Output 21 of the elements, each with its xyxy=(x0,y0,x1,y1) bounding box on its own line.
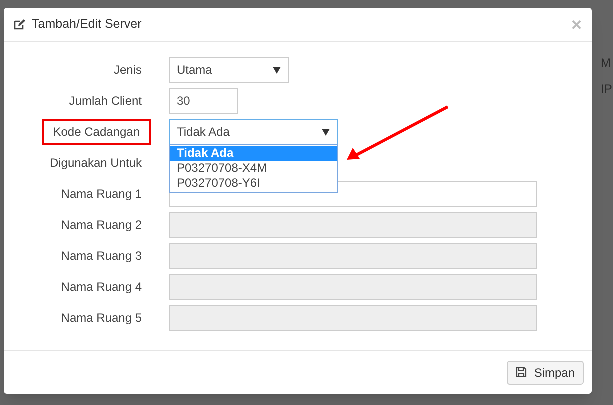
text-field[interactable]: 30 xyxy=(169,88,238,114)
field-label: Jenis xyxy=(114,62,142,79)
dropdown-option[interactable]: P03270708-Y6I xyxy=(170,176,337,191)
field-label: Nama Ruang 5 xyxy=(61,310,142,327)
backdrop-text: M xyxy=(601,55,611,72)
field-label: Nama Ruang 1 xyxy=(61,186,142,203)
dialog-title: Tambah/Edit Server xyxy=(32,16,142,34)
field-label: Nama Ruang 2 xyxy=(61,217,142,234)
backdrop-text: IP xyxy=(601,81,612,98)
field-label: Jumlah Client xyxy=(69,93,142,110)
dropdown-option[interactable]: P03270708-X4M xyxy=(170,161,337,176)
field-label: Nama Ruang 3 xyxy=(61,248,142,265)
caret-icon xyxy=(273,66,281,74)
caret-icon xyxy=(322,128,330,136)
field-label: Digunakan Untuk xyxy=(50,155,142,172)
edit-icon xyxy=(14,19,26,30)
field-label: Nama Ruang 4 xyxy=(61,279,142,296)
dropdown-field[interactable]: Utama xyxy=(169,57,289,83)
highlighted-label: Kode Cadangan xyxy=(42,119,151,145)
dropdown-field[interactable]: Tidak Ada xyxy=(169,119,338,145)
save-button[interactable]: Simpan xyxy=(507,360,584,384)
